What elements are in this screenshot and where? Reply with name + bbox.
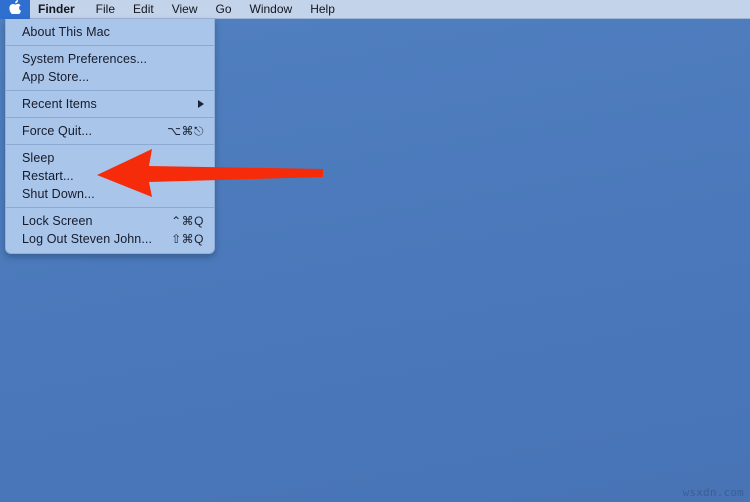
apple-dropdown-menu: About This Mac System Preferences... App… [5, 19, 215, 254]
menubar-item-file[interactable]: File [87, 0, 124, 19]
site-watermark: wsxdn.com [682, 486, 744, 499]
menubar-item-finder[interactable]: Finder [30, 0, 87, 19]
menu-separator [6, 45, 214, 46]
menu-separator [6, 207, 214, 208]
menu-item-label: About This Mac [22, 25, 111, 39]
menubar-item-window[interactable]: Window [241, 0, 302, 19]
menu-item-label: Force Quit... [22, 124, 93, 138]
menu-item-force-quit[interactable]: Force Quit... ⌥⌘⎋ [6, 122, 214, 140]
menu-separator [6, 90, 214, 91]
menu-item-shortcut: ⇧⌘Q [171, 232, 204, 246]
menu-item-label: Shut Down... [22, 187, 95, 201]
menu-bar: Finder File Edit View Go Window Help [0, 0, 750, 19]
menu-item-recent-items[interactable]: Recent Items [6, 95, 214, 113]
menu-item-system-preferences[interactable]: System Preferences... [6, 50, 214, 68]
menubar-item-help[interactable]: Help [301, 0, 344, 19]
menu-item-log-out[interactable]: Log Out Steven John... ⇧⌘Q [6, 230, 214, 248]
menu-item-label: System Preferences... [22, 52, 148, 66]
menubar-item-go[interactable]: Go [207, 0, 241, 19]
menu-separator [6, 117, 214, 118]
menu-item-app-store[interactable]: App Store... [6, 68, 214, 86]
apple-menu-button[interactable] [0, 0, 30, 19]
red-pointer-arrow [97, 149, 323, 197]
menu-separator [6, 144, 214, 145]
menubar-item-view[interactable]: View [163, 0, 207, 19]
menu-item-label: Restart... [22, 169, 74, 183]
menu-item-label: Lock Screen [22, 214, 93, 228]
menu-item-label: Sleep [22, 151, 55, 165]
chevron-right-icon [198, 100, 204, 108]
menu-item-label: Recent Items [22, 97, 97, 111]
menu-item-label: Log Out Steven John... [22, 232, 153, 246]
apple-logo-icon [9, 0, 22, 16]
menubar-item-edit[interactable]: Edit [124, 0, 163, 19]
menu-item-lock-screen[interactable]: Lock Screen ⌃⌘Q [6, 212, 214, 230]
menu-item-shortcut: ⌥⌘⎋ [167, 123, 204, 138]
menu-item-about-this-mac[interactable]: About This Mac [6, 23, 214, 41]
menu-item-label: App Store... [22, 70, 90, 84]
menu-item-shortcut: ⌃⌘Q [171, 214, 204, 228]
